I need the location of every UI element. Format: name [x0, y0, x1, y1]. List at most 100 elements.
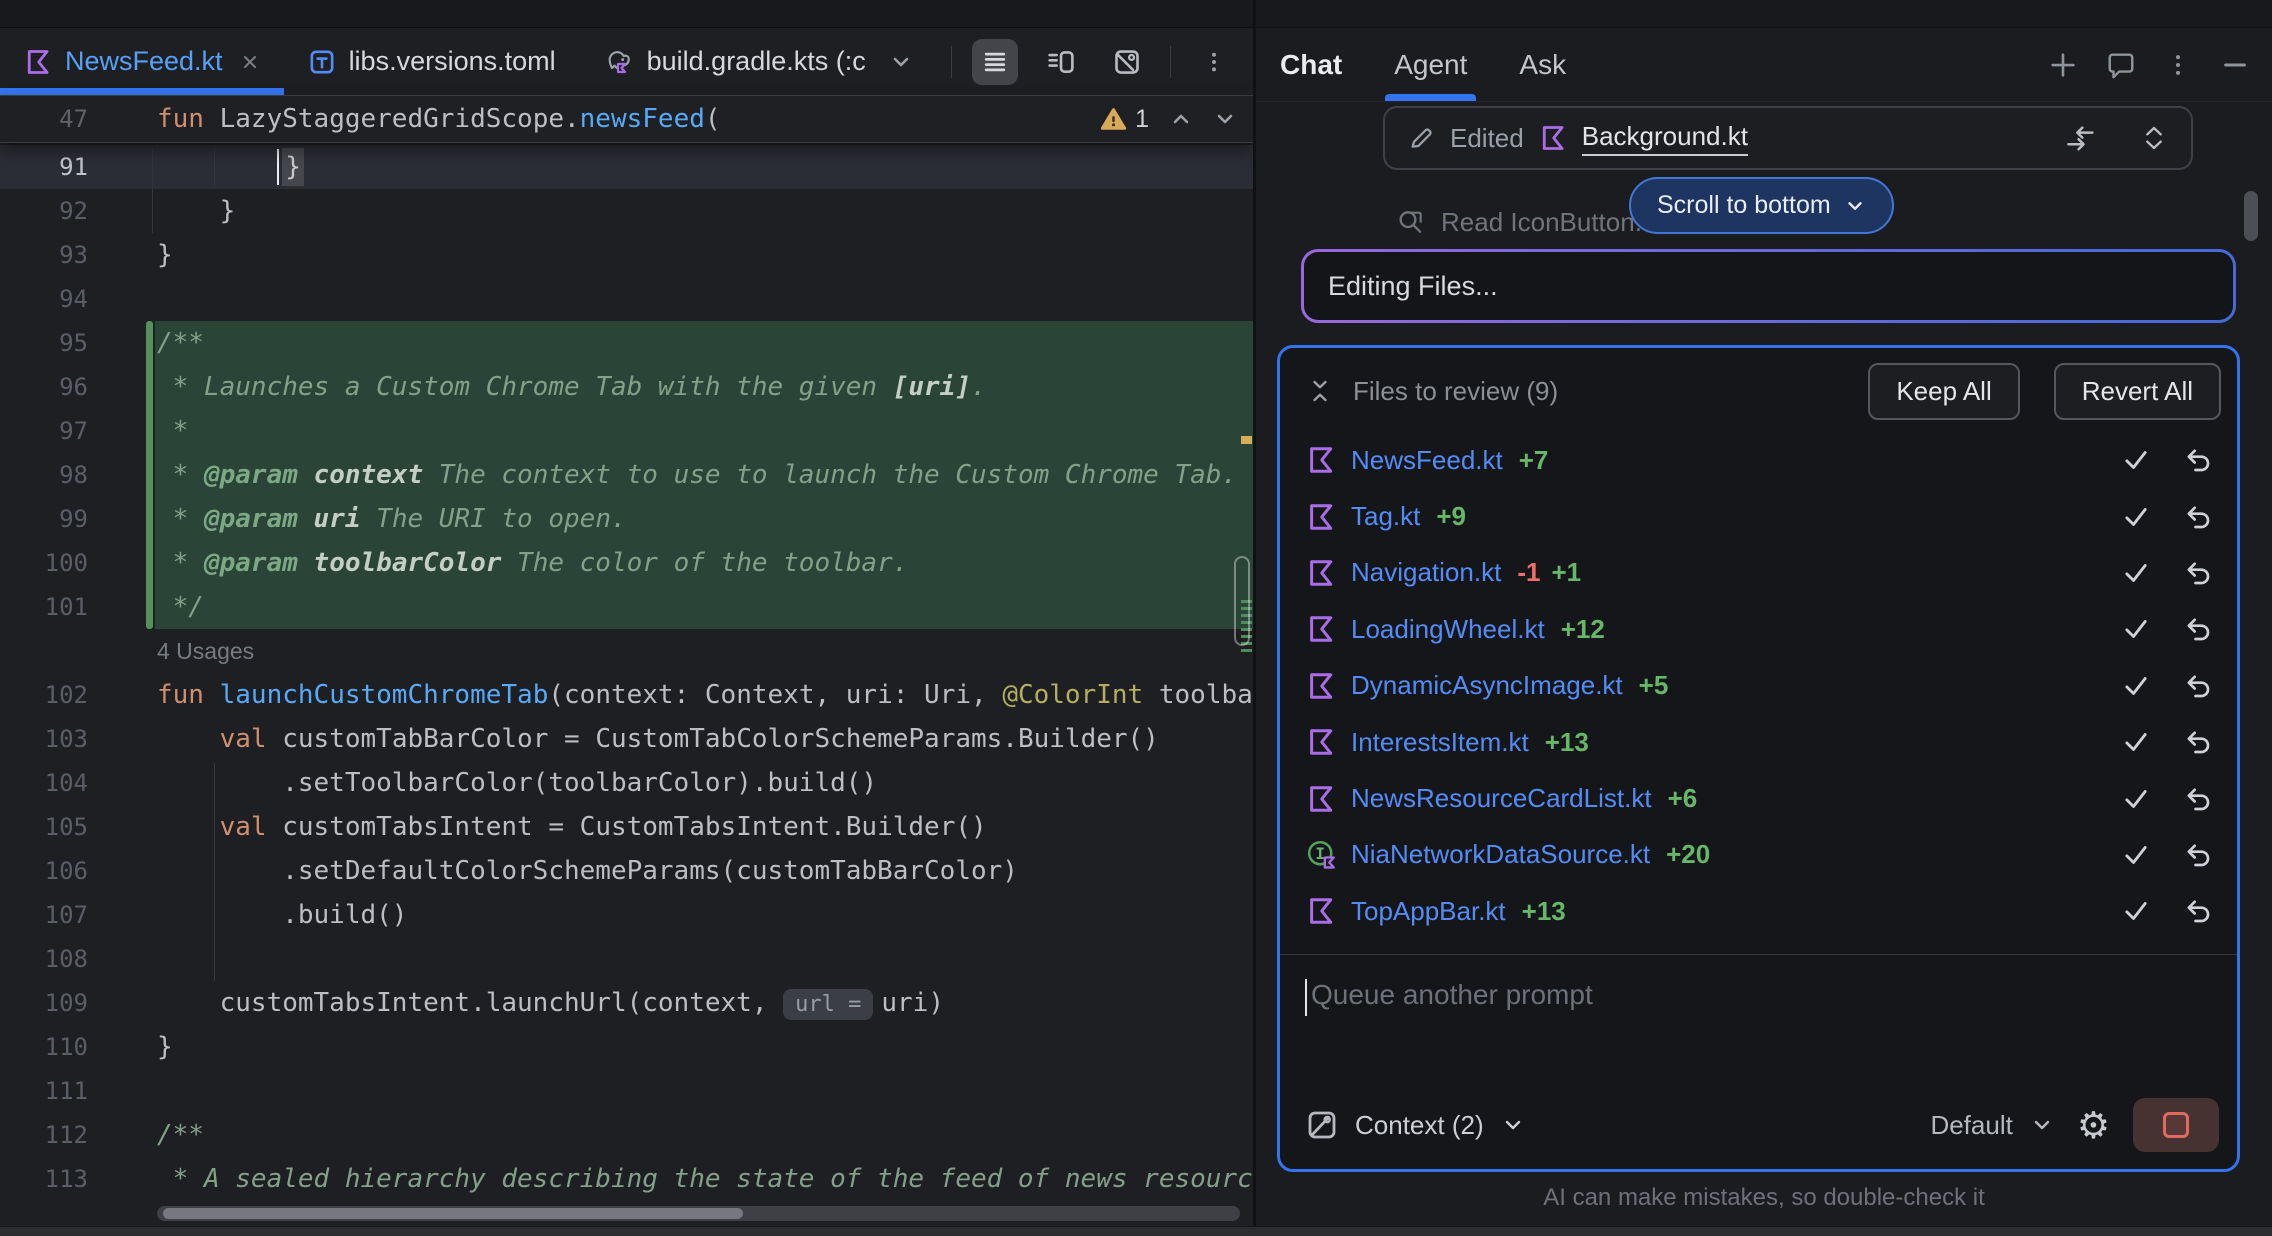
file-review-row[interactable]: NewsResourceCardList.kt+6	[1306, 770, 2219, 826]
code-line[interactable]: 98 * @param context The context to use t…	[0, 453, 1253, 497]
code-line[interactable]: 102fun launchCustomChromeTab(context: Co…	[0, 673, 1253, 717]
chevron-down-icon[interactable]	[2030, 1113, 2054, 1137]
code-line[interactable]: 92 }	[0, 189, 1253, 233]
revert-file-icon[interactable]	[2183, 727, 2213, 757]
chevron-down-icon[interactable]	[1213, 107, 1237, 131]
keep-all-button[interactable]: Keep All	[1868, 363, 2019, 420]
keep-file-icon[interactable]	[2121, 784, 2151, 814]
file-link[interactable]: TopAppBar.kt	[1351, 896, 1506, 927]
sticky-code-line[interactable]: 47 fun LazyStaggeredGridScope.newsFeed( …	[0, 95, 1253, 143]
tab-ask[interactable]: Ask	[1519, 28, 1566, 101]
file-link[interactable]: Navigation.kt	[1351, 557, 1501, 588]
code-line[interactable]: 107 .build()	[0, 893, 1253, 937]
panel-divider[interactable]	[1253, 0, 1256, 1236]
revert-file-icon[interactable]	[2183, 445, 2213, 475]
edited-file-card[interactable]: Edited Background.kt	[1383, 106, 2193, 170]
tab-agent[interactable]: Agent	[1394, 28, 1467, 101]
diff-count-badge: +9	[1436, 501, 1466, 532]
file-link[interactable]: LoadingWheel.kt	[1351, 614, 1545, 645]
keep-file-icon[interactable]	[2121, 558, 2151, 588]
code-line[interactable]: 97 *	[0, 409, 1253, 453]
tab-libs-versions-toml[interactable]: libs.versions.toml	[284, 28, 580, 95]
keep-file-icon[interactable]	[2121, 445, 2151, 475]
show-diff-icon[interactable]	[2064, 122, 2096, 154]
list-view-icon[interactable]	[972, 39, 1018, 85]
revert-file-icon[interactable]	[2183, 896, 2213, 926]
file-link[interactable]: Tag.kt	[1351, 501, 1420, 532]
file-review-row[interactable]: Navigation.kt-1+1	[1306, 545, 2219, 601]
code-line[interactable]: 91 }	[0, 145, 1253, 189]
editor-horizontal-scrollbar-thumb[interactable]	[163, 1208, 743, 1219]
plus-icon[interactable]	[2048, 50, 2078, 80]
tab-newsfeed-kt[interactable]: NewsFeed.kt	[0, 28, 284, 95]
code-line[interactable]: 105 val customTabsIntent = CustomTabsInt…	[0, 805, 1253, 849]
keep-file-icon[interactable]	[2121, 502, 2151, 532]
code-editor[interactable]: 91 }92 }93}9495/**96 * Launches a Custom…	[0, 145, 1253, 1236]
file-link[interactable]: InterestsItem.kt	[1351, 727, 1529, 758]
tab-build-gradle-kts[interactable]: build.gradle.kts (:c	[580, 28, 937, 95]
file-link[interactable]: NiaNetworkDataSource.kt	[1351, 839, 1650, 870]
revert-file-icon[interactable]	[2183, 784, 2213, 814]
file-review-row[interactable]: Tag.kt +9	[1306, 488, 2219, 544]
revert-file-icon[interactable]	[2183, 840, 2213, 870]
revert-file-icon[interactable]	[2183, 502, 2213, 532]
file-review-row[interactable]: TopAppBar.kt+13	[1306, 883, 2219, 939]
keep-file-icon[interactable]	[2121, 671, 2151, 701]
code-line[interactable]: 93}	[0, 233, 1253, 277]
edited-file-link[interactable]: Background.kt	[1582, 121, 1748, 156]
code-line[interactable]: 108	[0, 937, 1253, 981]
code-line[interactable]: 94	[0, 277, 1253, 321]
code-line[interactable]: 104 .setToolbarColor(toolbarColor).build…	[0, 761, 1253, 805]
code-line[interactable]: 103 val customTabBarColor = CustomTabCol…	[0, 717, 1253, 761]
file-link[interactable]: DynamicAsyncImage.kt	[1351, 670, 1623, 701]
code-line[interactable]: 100 * @param toolbarColor The color of t…	[0, 541, 1253, 585]
stop-button[interactable]	[2133, 1098, 2219, 1152]
keep-file-icon[interactable]	[2121, 896, 2151, 926]
keep-file-icon[interactable]	[2121, 614, 2151, 644]
file-review-row[interactable]: INiaNetworkDataSource.kt+20	[1306, 827, 2219, 883]
keep-file-icon[interactable]	[2121, 727, 2151, 757]
revert-file-icon[interactable]	[2183, 614, 2213, 644]
file-review-row[interactable]: DynamicAsyncImage.kt+5	[1306, 658, 2219, 714]
minimize-icon[interactable]	[2220, 50, 2250, 80]
attach-image-icon[interactable]	[1306, 1109, 1338, 1141]
code-line[interactable]: 99 * @param uri The URI to open.	[0, 497, 1253, 541]
file-review-row[interactable]: InterestsItem.kt+13	[1306, 714, 2219, 770]
keep-file-icon[interactable]	[2121, 840, 2151, 870]
more-vertical-icon[interactable]	[1191, 39, 1237, 85]
code-line[interactable]: 95/**	[0, 321, 1253, 365]
chevron-down-icon[interactable]	[1501, 1113, 1525, 1137]
file-review-row[interactable]: LoadingWheel.kt+12	[1306, 601, 2219, 657]
code-line[interactable]: 96 * Launches a Custom Chrome Tab with t…	[0, 365, 1253, 409]
code-line[interactable]: 101 */	[0, 585, 1253, 629]
comment-icon[interactable]	[2106, 50, 2136, 80]
more-vertical-icon[interactable]	[2164, 51, 2192, 79]
revert-file-icon[interactable]	[2183, 558, 2213, 588]
chevron-up-icon[interactable]	[1169, 107, 1193, 131]
code-line[interactable]: 113 * A sealed hierarchy describing the …	[0, 1157, 1253, 1201]
chevron-down-icon[interactable]	[889, 50, 913, 74]
file-review-row[interactable]: NewsFeed.kt+7	[1306, 432, 2219, 488]
revert-file-icon[interactable]	[2183, 671, 2213, 701]
gear-icon[interactable]: ⚙	[2077, 1107, 2110, 1144]
code-line[interactable]: 111	[0, 1069, 1253, 1113]
collapse-icon[interactable]	[1306, 377, 1334, 405]
code-line[interactable]: 106 .setDefaultColorSchemeParams(customT…	[0, 849, 1253, 893]
usages-hint-row[interactable]: 4 Usages	[0, 629, 1253, 673]
scroll-to-bottom-button[interactable]: Scroll to bottom	[1629, 177, 1894, 234]
expand-icon[interactable]	[2139, 123, 2169, 153]
prompt-input[interactable]: Queue another prompt	[1311, 979, 1593, 1011]
image-preview-icon[interactable]	[1104, 39, 1150, 85]
close-icon[interactable]	[240, 52, 260, 72]
editor-vertical-scrollbar[interactable]	[1234, 556, 1250, 646]
chat-scrollbar[interactable]	[2244, 191, 2258, 241]
split-editor-icon[interactable]	[1038, 39, 1084, 85]
code-line[interactable]: 109 customTabsIntent.launchUrl(context, …	[0, 981, 1253, 1025]
context-selector[interactable]: Context (2)	[1355, 1110, 1484, 1141]
file-link[interactable]: NewsResourceCardList.kt	[1351, 783, 1652, 814]
model-selector[interactable]: Default	[1930, 1110, 2012, 1141]
code-line[interactable]: 112/**	[0, 1113, 1253, 1157]
file-link[interactable]: NewsFeed.kt	[1351, 445, 1503, 476]
revert-all-button[interactable]: Revert All	[2054, 363, 2221, 420]
code-line[interactable]: 110}	[0, 1025, 1253, 1069]
